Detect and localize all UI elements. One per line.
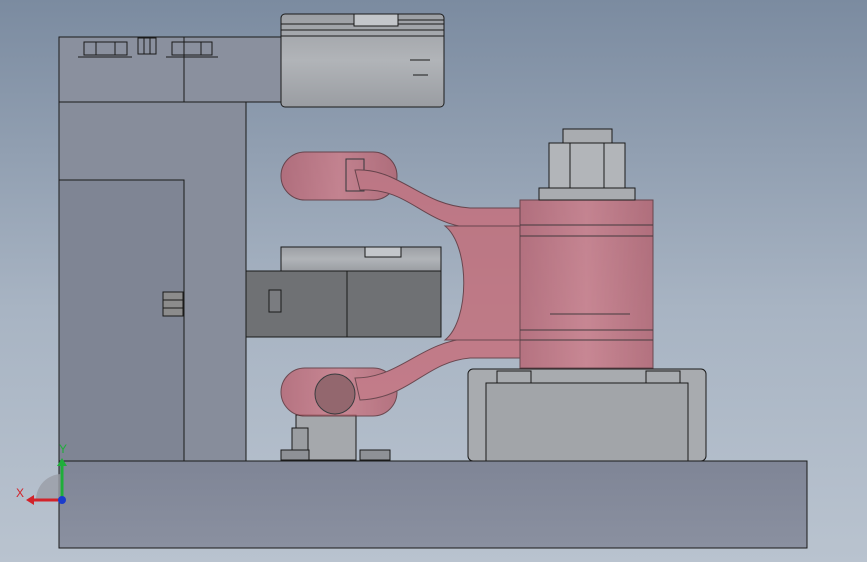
- base-plate[interactable]: [58, 460, 808, 549]
- cad-viewport[interactable]: X Y: [0, 0, 867, 562]
- column-bolt[interactable]: [162, 291, 184, 317]
- y-axis-label: Y: [59, 442, 68, 456]
- axis-triad: [26, 458, 67, 505]
- column-inner-panel: [58, 179, 185, 462]
- cylinder-top-nut[interactable]: [538, 128, 636, 201]
- middle-clamp-block[interactable]: [245, 246, 442, 338]
- lower-support-post[interactable]: [280, 414, 391, 461]
- model-canvas[interactable]: [0, 0, 867, 562]
- upper-cylinder[interactable]: [280, 13, 445, 108]
- right-support-block[interactable]: [467, 368, 707, 462]
- x-axis-label: X: [16, 486, 25, 500]
- z-axis-dot: [58, 496, 66, 504]
